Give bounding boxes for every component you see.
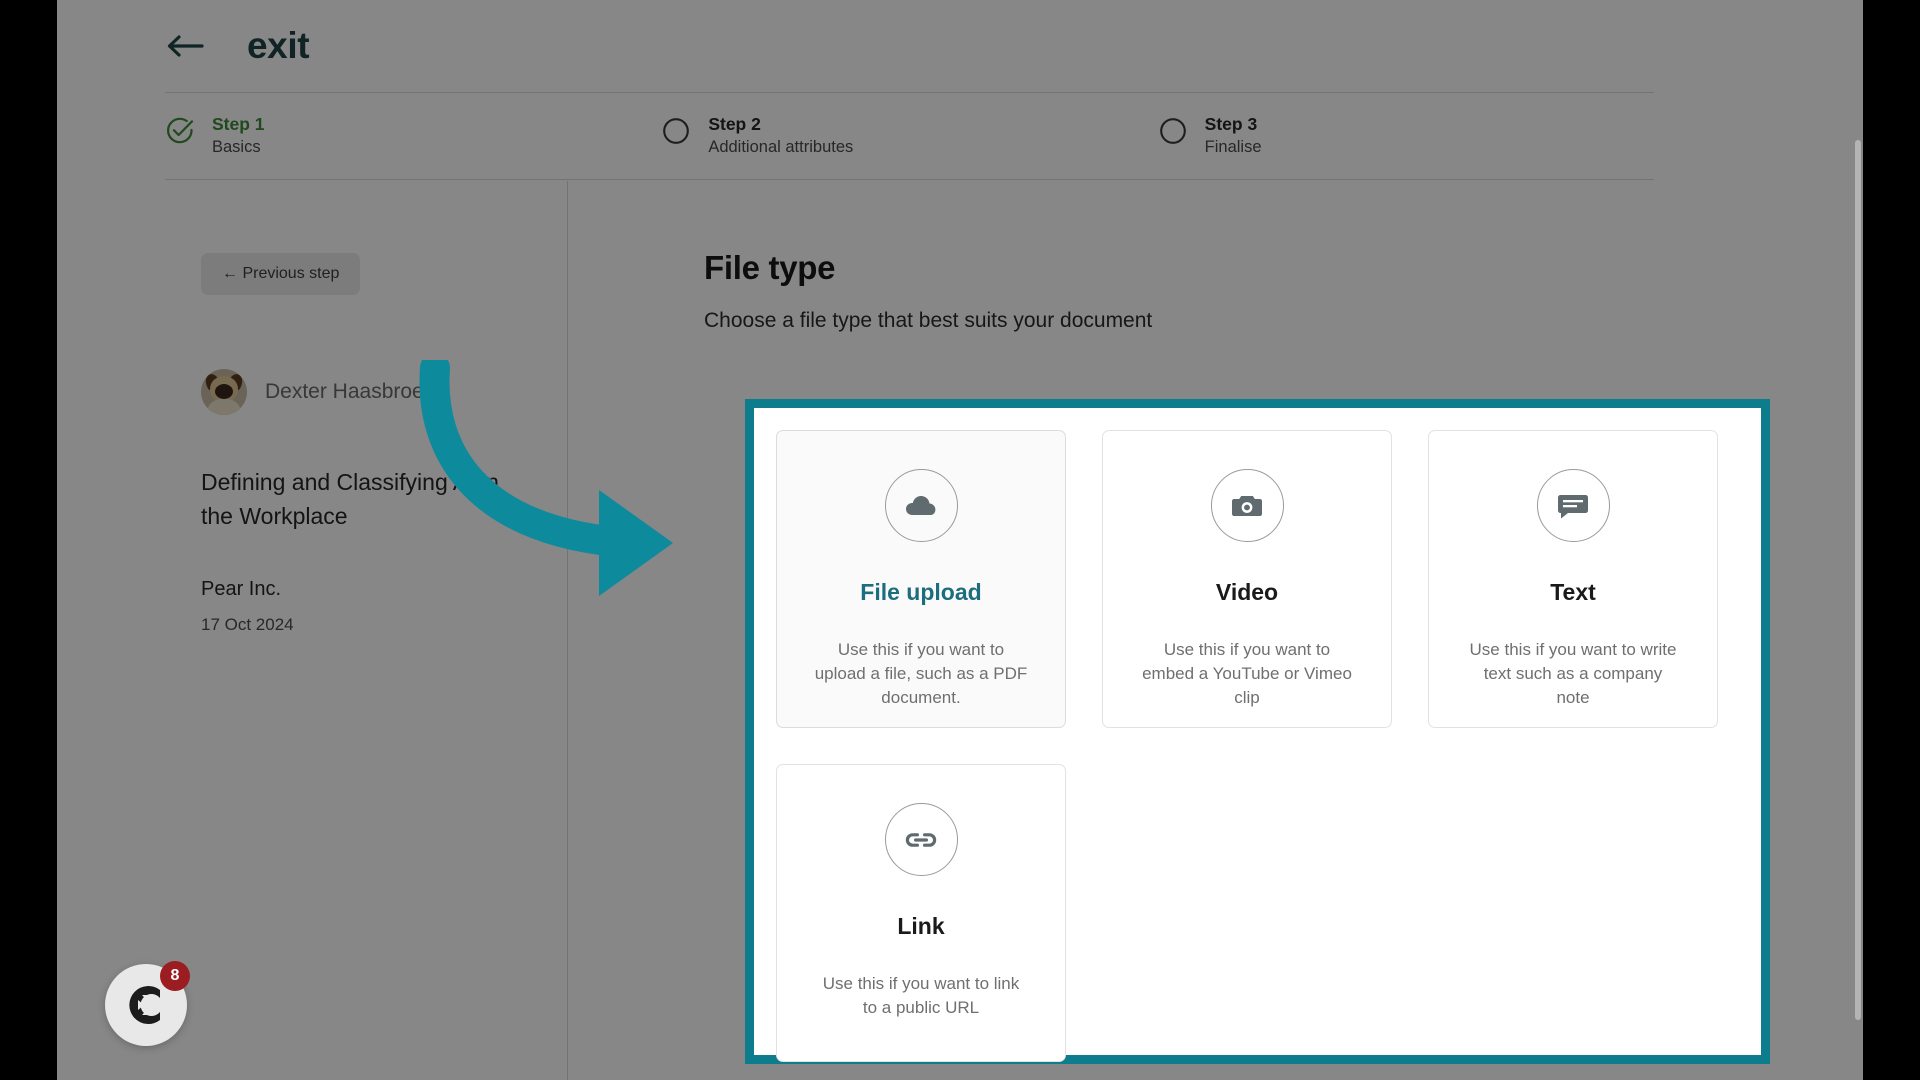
- chat-unread-badge: 8: [160, 961, 190, 991]
- file-type-card-description: Use this if you want to upload a file, s…: [814, 640, 1028, 707]
- page-scrollbar[interactable]: [1855, 140, 1861, 1020]
- message-icon: [1536, 469, 1610, 542]
- arrow-left-icon[interactable]: [165, 31, 205, 61]
- file-type-card-file-upload[interactable]: File upload Use this if you want to uplo…: [776, 430, 1066, 728]
- file-type-highlight-region: File upload Use this if you want to uplo…: [745, 399, 1770, 1064]
- file-type-card-link[interactable]: Link Use this if you want to link to a p…: [776, 764, 1066, 1062]
- stepper-step-2[interactable]: Step 2 Additional attributes: [661, 113, 1157, 159]
- file-type-card-video[interactable]: Video Use this if you want to embed a Yo…: [1102, 430, 1392, 728]
- file-type-card-text[interactable]: Text Use this if you want to write text …: [1428, 430, 1718, 728]
- previous-step-button[interactable]: ← Previous step: [201, 253, 361, 295]
- cloud-upload-icon: [884, 469, 958, 542]
- file-type-card-description: Use this if you want to link to a public…: [822, 974, 1020, 1017]
- stepper-step-1-title: Step 1: [212, 114, 265, 134]
- circle-icon: [1158, 116, 1188, 151]
- file-type-card-grid: File upload Use this if you want to uplo…: [776, 430, 1739, 1062]
- avatar: [201, 369, 247, 415]
- stepper-step-2-title: Step 2: [708, 114, 761, 134]
- file-type-card-title: Text: [1550, 579, 1596, 605]
- stepper-step-1-subtitle: Basics: [212, 138, 261, 156]
- document-sidebar: ← Previous step Dexter Haasbroek Definin…: [165, 181, 568, 1080]
- chat-launcher[interactable]: 8: [105, 961, 190, 1046]
- stepper-step-2-subtitle: Additional attributes: [708, 138, 854, 156]
- check-circle-icon: [165, 116, 195, 151]
- stepper-step-3-subtitle: Finalise: [1204, 138, 1262, 156]
- stepper-step-3[interactable]: Step 3 Finalise: [1158, 113, 1654, 159]
- file-type-card-title: File upload: [860, 579, 982, 605]
- document-organisation: Pear Inc.: [201, 578, 282, 600]
- file-type-card-title: Link: [897, 913, 945, 939]
- stepper-step-3-title: Step 3: [1204, 114, 1258, 134]
- document-title: Defining and Classifying AI in the Workp…: [201, 469, 499, 529]
- page-title: File type: [704, 249, 836, 286]
- file-type-card-description: Use this if you want to write text such …: [1469, 640, 1677, 707]
- file-type-card-title: Video: [1215, 579, 1279, 605]
- document-date: 17 Oct 2024: [201, 615, 294, 634]
- stepper-step-1[interactable]: Step 1 Basics: [165, 113, 661, 159]
- author-row: Dexter Haasbroek: [201, 369, 567, 415]
- camera-icon: [1210, 469, 1284, 542]
- app-root: exit Step 1 Basics Step 2 Additional att…: [57, 0, 1863, 1080]
- topbar: exit: [57, 0, 1863, 92]
- file-type-card-description: Use this if you want to embed a YouTube …: [1142, 640, 1352, 707]
- author-name: Dexter Haasbroek: [265, 380, 435, 403]
- page-subtitle: Choose a file type that best suits your …: [704, 309, 1153, 332]
- stepper: Step 1 Basics Step 2 Additional attribut…: [165, 92, 1654, 180]
- circle-icon: [661, 116, 691, 151]
- exit-label[interactable]: exit: [247, 25, 310, 67]
- link-icon: [884, 803, 958, 876]
